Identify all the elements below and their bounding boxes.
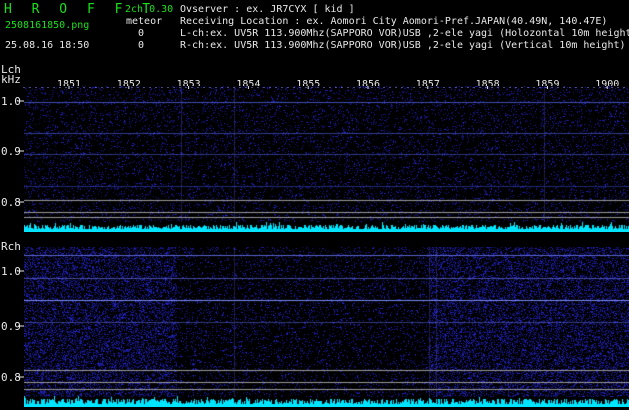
axis-ticks [18,86,625,378]
